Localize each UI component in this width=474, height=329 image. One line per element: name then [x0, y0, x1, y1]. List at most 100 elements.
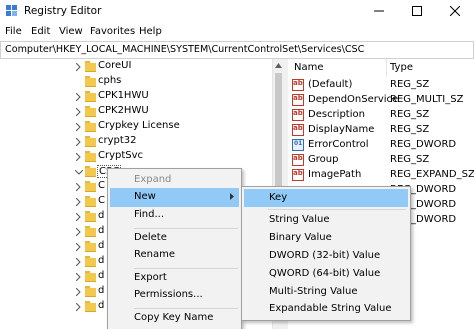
- tree-item-label: d: [98, 300, 105, 311]
- chevron-right-icon[interactable]: [76, 288, 81, 296]
- window-title: Registry Editor: [24, 5, 102, 17]
- context-menu-new[interactable]: New: [110, 188, 239, 207]
- scroll-up-icon[interactable]: [275, 63, 282, 68]
- column-header-type-label: Type: [390, 62, 413, 73]
- chevron-right-icon[interactable]: [76, 138, 81, 146]
- chevron-right-icon[interactable]: [76, 273, 81, 281]
- column-header-type[interactable]: Type: [388, 59, 474, 77]
- chevron-right-icon[interactable]: [76, 93, 81, 101]
- tree-item[interactable]: CryptSvc: [0, 149, 270, 165]
- tree-item-label: CoreUI: [98, 60, 132, 71]
- value-row[interactable]: DisplayName REG_SZ: [288, 123, 474, 138]
- context-menu-find[interactable]: Find...: [110, 206, 239, 225]
- menu-bar: File Edit View Favorites Help: [0, 23, 474, 41]
- tree-item[interactable]: CPK1HWU: [0, 89, 270, 105]
- column-header-name[interactable]: Name: [292, 59, 387, 77]
- menu-view[interactable]: View: [59, 26, 83, 37]
- minimize-icon: [374, 10, 384, 12]
- context-menu-rename[interactable]: Rename: [110, 246, 239, 265]
- tree-item-label: d: [98, 225, 105, 236]
- tree-item[interactable]: CPK2HWU: [0, 104, 270, 120]
- context-menu-permissions-label: Permissions...: [134, 289, 203, 300]
- menu-edit[interactable]: Edit: [31, 26, 50, 37]
- submenu-multi-string-value[interactable]: Multi-String Value: [244, 283, 408, 301]
- chevron-right-icon[interactable]: [76, 108, 81, 116]
- address-path: Computer\HKEY_LOCAL_MACHINE\SYSTEM\Curre…: [5, 44, 365, 55]
- folder-icon: [85, 61, 96, 72]
- submenu-key[interactable]: Key: [244, 189, 408, 207]
- tree-item[interactable]: cphs: [0, 74, 270, 90]
- binary-value-icon: [292, 139, 304, 151]
- submenu-binary-value[interactable]: Binary Value: [244, 229, 408, 247]
- chevron-right-icon[interactable]: [76, 228, 81, 236]
- folder-icon: [85, 136, 96, 147]
- value-row[interactable]: (Default) REG_SZ: [288, 78, 474, 93]
- folder-icon: [85, 91, 96, 102]
- context-menu-permissions[interactable]: Permissions...: [110, 286, 239, 305]
- submenu-dword-value-label: DWORD (32-bit) Value: [269, 250, 381, 261]
- value-row[interactable]: Description REG_SZ: [288, 108, 474, 123]
- string-value-icon: [292, 94, 304, 106]
- tree-item-label: CPK1HWU: [98, 90, 149, 101]
- tree-item[interactable]: Crypkey License: [0, 119, 270, 135]
- chevron-right-icon[interactable]: [76, 258, 81, 266]
- folder-icon: [85, 151, 96, 162]
- value-row[interactable]: ErrorControl REG_DWORD: [288, 138, 474, 153]
- tree-item-label: cphs: [98, 75, 122, 86]
- submenu-string-value[interactable]: String Value: [244, 211, 408, 229]
- chevron-right-icon[interactable]: [76, 63, 81, 71]
- submenu-binary-value-label: Binary Value: [269, 232, 332, 243]
- value-type: REG_SZ: [390, 79, 430, 90]
- context-menu-export-label: Export: [134, 272, 167, 283]
- chevron-right-icon[interactable]: [76, 153, 81, 161]
- value-type: REG_SZ: [390, 154, 430, 165]
- submenu-expandable-string-value[interactable]: Expandable String Value: [244, 300, 408, 318]
- chevron-right-icon[interactable]: [76, 213, 81, 221]
- value-name: Group: [308, 154, 339, 165]
- value-type: REG_MULTI_SZ: [390, 94, 464, 105]
- value-row[interactable]: DependOnService REG_MULTI_SZ: [288, 93, 474, 108]
- folder-icon: [85, 106, 96, 117]
- menu-separator: [268, 209, 406, 210]
- context-menu-expand-label: Expand: [134, 174, 172, 185]
- address-bar[interactable]: Computer\HKEY_LOCAL_MACHINE\SYSTEM\Curre…: [0, 41, 474, 59]
- context-menu-copy-key-name[interactable]: Copy Key Name: [110, 309, 239, 328]
- folder-icon: [85, 76, 96, 87]
- folder-icon: [85, 196, 96, 207]
- folder-icon: [85, 301, 96, 312]
- chevron-right-icon[interactable]: [76, 303, 81, 311]
- value-name: DependOnService: [308, 94, 399, 105]
- chevron-right-icon[interactable]: [76, 198, 81, 206]
- tree-item[interactable]: CoreUI: [0, 59, 270, 75]
- context-menu-delete-label: Delete: [134, 232, 167, 243]
- submenu-dword-value[interactable]: DWORD (32-bit) Value: [244, 247, 408, 265]
- tree-item-label: CPK2HWU: [98, 105, 149, 116]
- submenu-qword-value[interactable]: QWORD (64-bit) Value: [244, 265, 408, 283]
- value-name: (Default): [308, 79, 353, 90]
- tree-item[interactable]: crypt32: [0, 134, 270, 150]
- value-name: Description: [308, 109, 365, 120]
- menu-help[interactable]: Help: [139, 26, 162, 37]
- chevron-right-icon[interactable]: [76, 243, 81, 251]
- value-row[interactable]: ImagePath REG_EXPAND_SZ: [288, 168, 474, 183]
- maximize-icon: [412, 6, 422, 16]
- value-row[interactable]: Group REG_SZ: [288, 153, 474, 168]
- folder-open-icon: [85, 166, 96, 177]
- tree-item-label: d: [98, 240, 105, 251]
- minimize-button[interactable]: [366, 0, 392, 22]
- chevron-down-icon[interactable]: [75, 170, 83, 175]
- folder-icon: [85, 286, 96, 297]
- tree-item-label: d: [98, 210, 105, 221]
- menu-favorites[interactable]: Favorites: [90, 26, 135, 37]
- maximize-button[interactable]: [404, 0, 430, 22]
- chevron-right-icon[interactable]: [76, 183, 81, 191]
- chevron-right-icon: [230, 193, 234, 200]
- tree-item-label: d: [98, 255, 105, 266]
- chevron-right-icon[interactable]: [76, 123, 81, 131]
- folder-icon: [85, 256, 96, 267]
- menu-file[interactable]: File: [5, 26, 22, 37]
- context-menu-copy-key-name-label: Copy Key Name: [134, 312, 214, 323]
- tree-item-label: crypt32: [98, 135, 137, 146]
- close-button[interactable]: [442, 0, 468, 22]
- submenu-key-label: Key: [269, 192, 288, 203]
